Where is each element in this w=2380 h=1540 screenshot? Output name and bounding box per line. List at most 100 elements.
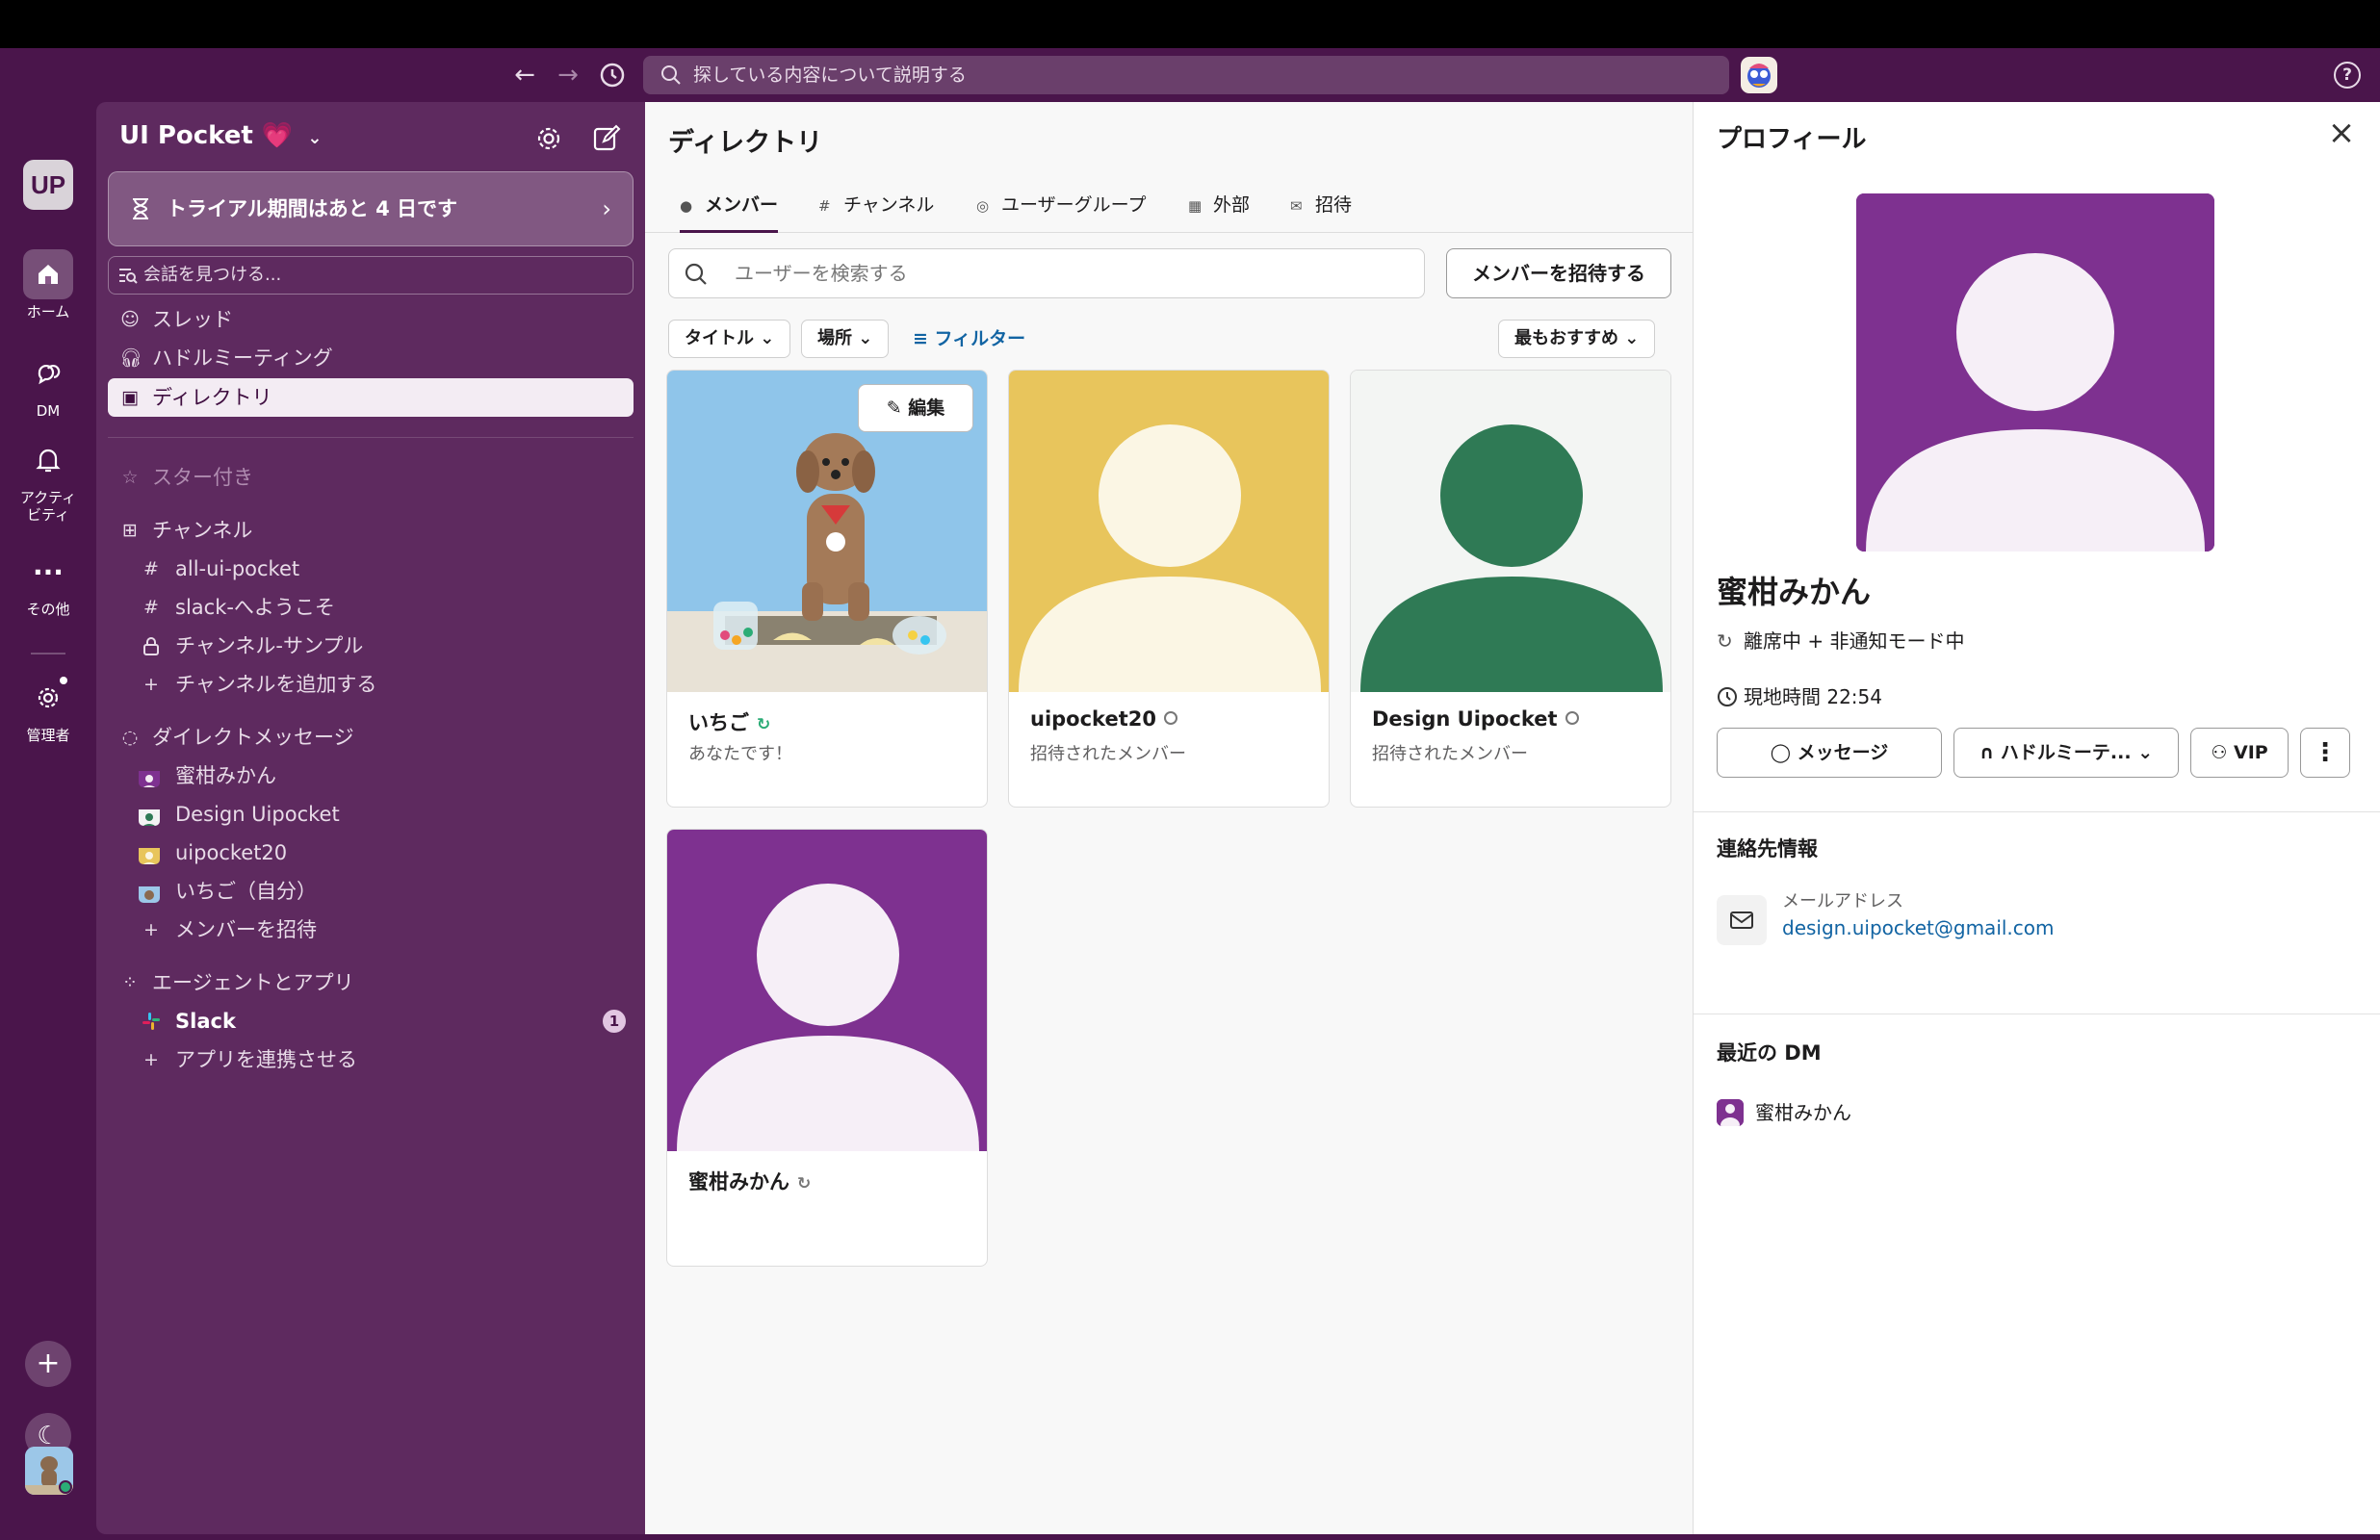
plus-icon: +: [143, 1049, 159, 1070]
edit-profile-button[interactable]: ✎ 編集: [858, 384, 973, 432]
filter-lines-icon: ≡: [913, 328, 928, 349]
user-search-placeholder: ユーザーを検索する: [735, 262, 908, 285]
global-search-input[interactable]: 探している内容について説明する: [643, 56, 1729, 94]
rail-more[interactable]: ··· その他: [0, 547, 96, 619]
directory-icon: ▣: [121, 387, 139, 408]
sidebar-channel-item[interactable]: チャンネル-サンプル: [108, 627, 634, 665]
rail-dm-label: DM: [36, 402, 61, 420]
channel-hash-icon: #: [818, 197, 831, 215]
more-options-button[interactable]: ⋮: [2300, 728, 2350, 778]
sidebar-item-directory[interactable]: ▣ ディレクトリ: [108, 378, 634, 417]
status-away-icon: [1163, 711, 1177, 725]
invite-members-label: メンバーを招待: [175, 918, 317, 941]
sidebar-item-label: スター付き: [152, 466, 253, 489]
dm-section-icon: ◌: [121, 727, 139, 748]
connect-apps-button[interactable]: + アプリを連携させる: [108, 1040, 634, 1079]
compose-icon[interactable]: [591, 123, 622, 154]
invite-members-button[interactable]: メンバーを招待する: [1446, 248, 1671, 298]
help-icon[interactable]: ?: [2334, 62, 2361, 89]
settings-gear-icon[interactable]: [533, 123, 564, 154]
search-icon: [661, 65, 681, 85]
member-name: Design Uipocket: [1372, 707, 1558, 731]
status-dnd-icon: ↻: [797, 1174, 812, 1194]
tab-external[interactable]: ▦ 外部: [1188, 191, 1250, 233]
sort-dropdown[interactable]: 最もおすすめ ⌄: [1498, 320, 1656, 358]
history-icon[interactable]: [595, 58, 630, 92]
sidebar-channel-item[interactable]: # all-ui-pocket: [108, 550, 634, 588]
avatar: [139, 805, 160, 826]
filter-button[interactable]: ≡ フィルター: [913, 320, 1025, 358]
tab-members[interactable]: ● メンバー: [680, 191, 779, 233]
member-card[interactable]: 蜜柑みかん ↻: [666, 829, 988, 1267]
sidebar-app-item[interactable]: Slack 1: [108, 1002, 634, 1040]
sidebar-section-dms[interactable]: ◌ ダイレクトメッセージ: [108, 718, 634, 757]
user-search-input[interactable]: ユーザーを検索する: [668, 248, 1425, 298]
tab-label: メンバー: [705, 194, 779, 216]
sidebar-dm-item[interactable]: いちご（自分）: [108, 872, 634, 911]
sidebar-dm-item[interactable]: 蜜柑みかん: [108, 757, 634, 795]
plus-icon: +: [143, 674, 159, 695]
add-workspace-button[interactable]: +: [25, 1341, 71, 1387]
sidebar-item-label: ディレクトリ: [152, 386, 272, 409]
user-avatar[interactable]: [25, 1447, 73, 1495]
away-status-icon: ↻: [1717, 629, 1733, 653]
vertical-dots-icon: ⋮: [2313, 738, 2338, 767]
tab-label: ユーザーグループ: [1001, 194, 1147, 216]
tab-channels[interactable]: # チャンネル: [818, 191, 934, 233]
add-channel-button[interactable]: + チャンネルを追加する: [108, 665, 634, 704]
member-subtitle: 招待されたメンバー: [1030, 744, 1186, 764]
rail-dm[interactable]: DM: [0, 348, 96, 420]
rail-admin[interactable]: 管理者: [0, 673, 96, 744]
forward-arrow-icon[interactable]: →: [551, 58, 585, 92]
member-card[interactable]: uipocket20 招待されたメンバー: [1008, 370, 1330, 808]
status-active-icon: ↻: [757, 715, 771, 734]
app-name: Slack: [175, 1010, 236, 1033]
sidebar-channel-item[interactable]: # slack-へようこそ: [108, 588, 634, 627]
sidebar-section-apps[interactable]: ⁘ エージェントとアプリ: [108, 963, 634, 1002]
tab-user-groups[interactable]: ◎ ユーザーグループ: [976, 191, 1146, 233]
vip-button[interactable]: ⚇ VIP: [2190, 728, 2289, 778]
find-conversation-input[interactable]: 会話を見つける...: [108, 256, 634, 295]
rail-home[interactable]: ホーム: [0, 249, 96, 321]
ai-assistant-icon[interactable]: [1741, 57, 1777, 93]
thread-icon: ☺: [120, 309, 140, 330]
recent-dm-item[interactable]: 蜜柑みかん: [1755, 1099, 1851, 1126]
chevron-down-icon: ⌄: [2137, 742, 2154, 763]
avatar: [139, 843, 160, 864]
rail-activity[interactable]: アクティビティ: [0, 435, 96, 524]
workspace-switcher[interactable]: UP: [23, 160, 73, 210]
huddle-button-label: ハドルミーテ...: [2000, 742, 2132, 763]
close-icon[interactable]: ×: [2324, 116, 2359, 150]
member-name-row: 蜜柑みかん ↻: [688, 1167, 811, 1195]
rail-more-label: その他: [26, 601, 70, 618]
member-subtitle: あなたです！: [688, 744, 792, 764]
profile-status: 離席中 + 非通知モード中: [1744, 629, 1965, 653]
default-avatar: [1351, 371, 1670, 692]
sidebar-dm-item[interactable]: Design Uipocket: [108, 795, 634, 834]
top-bar: ← → 探している内容について説明する ?: [0, 48, 2380, 102]
location-filter-dropdown[interactable]: 場所 ⌄: [801, 320, 890, 358]
member-card[interactable]: Design Uipocket 招待されたメンバー: [1350, 370, 1671, 808]
invite-members-button[interactable]: + メンバーを招待: [108, 911, 634, 949]
bell-icon: [23, 435, 73, 485]
message-button[interactable]: ◯ メッセージ: [1717, 728, 1942, 778]
workspace-name-menu[interactable]: UI Pocket 💗 ⌄: [119, 121, 322, 150]
back-arrow-icon[interactable]: ←: [507, 58, 542, 92]
member-card[interactable]: ✎ 編集 いちご ↻ あなたです！: [666, 370, 988, 808]
sidebar-item-threads[interactable]: ☺ スレッド: [108, 300, 634, 339]
profile-divider: [1694, 811, 2380, 812]
email-link[interactable]: design.uipocket@gmail.com: [1782, 916, 2055, 939]
sidebar-dm-item[interactable]: uipocket20: [108, 834, 634, 872]
title-filter-dropdown[interactable]: タイトル ⌄: [668, 320, 791, 358]
sidebar-item-starred[interactable]: ☆ スター付き: [108, 458, 634, 497]
rail-activity-label: アクティビティ: [19, 489, 77, 524]
member-name-row: uipocket20: [1030, 707, 1177, 731]
slack-logo-icon: [141, 1012, 162, 1031]
email-label: メールアドレス: [1782, 891, 1903, 911]
tab-invitations[interactable]: ✉ 招待: [1290, 191, 1352, 233]
huddle-button[interactable]: ∩ ハドルミーテ... ⌄: [1953, 728, 2179, 778]
sidebar-item-huddles[interactable]: 🎧︎ ハドルミーティング: [108, 339, 634, 377]
profile-panel: プロフィール × 蜜柑みかん ↻ 離席中 + 非通知モード中 現地時間 22:54…: [1693, 102, 2380, 1534]
sidebar-section-channels[interactable]: ⊞ チャンネル: [108, 511, 634, 550]
trial-banner[interactable]: トライアル期間はあと 4 日です ›: [108, 171, 634, 246]
